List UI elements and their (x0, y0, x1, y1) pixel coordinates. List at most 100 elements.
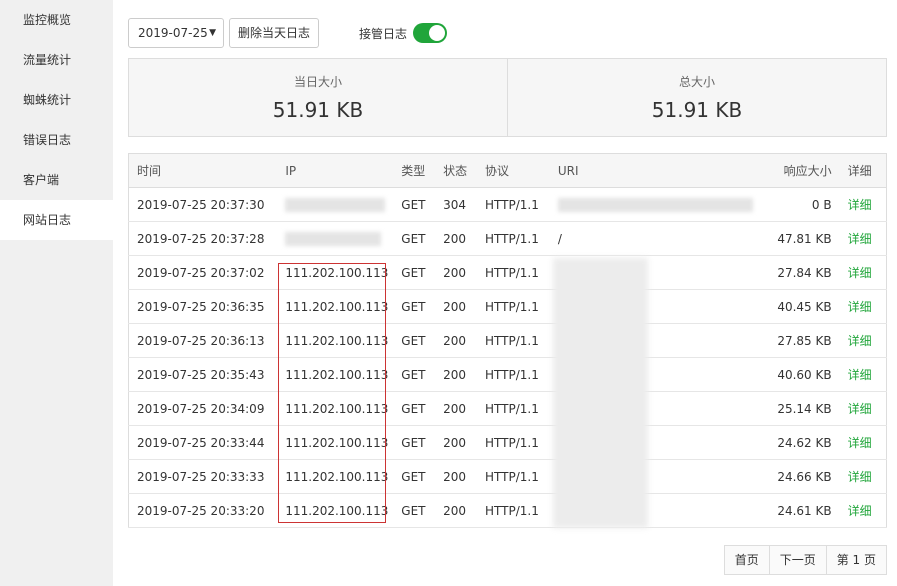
log-size-cell: 0 B (769, 187, 840, 222)
log-uri-cell (549, 459, 770, 494)
detail-link[interactable]: 详细 (848, 334, 872, 348)
log-uri-cell (549, 493, 770, 528)
delete-today-log-button[interactable]: 删除当天日志 (229, 18, 320, 48)
log-protocol-cell-text: HTTP/1.1 (485, 435, 539, 450)
sidebar-item-traffic-stats[interactable]: 流量统计 (0, 40, 113, 80)
log-protocol-cell: HTTP/1.1 (477, 323, 550, 358)
log-protocol-cell-text: HTTP/1.1 (485, 333, 539, 348)
log-status-cell: 200 (435, 493, 478, 528)
takeover-log-toggle[interactable] (413, 23, 448, 43)
log-time-cell: 2019-07-25 20:35:43 (128, 357, 278, 392)
detail-link[interactable]: 详细 (848, 300, 872, 314)
log-uri-cell (549, 289, 770, 324)
log-status-cell-text: 200 (443, 333, 467, 348)
log-size-cell: 25.14 KB (769, 391, 840, 426)
column-header-time: 时间 (128, 153, 278, 188)
log-type-cell: GET (393, 391, 436, 426)
log-detail-cell: 详细 (839, 391, 887, 426)
log-uri-cell (549, 425, 770, 460)
log-size-cell-text: 27.84 KB (777, 265, 832, 280)
log-uri-cell (549, 187, 770, 222)
log-status-cell: 304 (435, 187, 478, 222)
log-protocol-cell: HTTP/1.1 (477, 391, 550, 426)
detail-link[interactable]: 详细 (848, 232, 872, 246)
log-type-cell-text: GET (401, 333, 426, 348)
log-type-cell: GET (393, 357, 436, 392)
log-status-cell: 200 (435, 391, 478, 426)
detail-link[interactable]: 详细 (848, 198, 872, 212)
log-size-cell-text: 24.66 KB (777, 469, 832, 484)
log-type-cell: GET (393, 459, 436, 494)
detail-link[interactable]: 详细 (848, 368, 872, 382)
log-time-cell-text: 2019-07-25 20:34:09 (137, 401, 265, 416)
next-page-button[interactable]: 下一页 (768, 546, 826, 574)
log-status-cell-text: 200 (443, 503, 467, 518)
log-ip-cell: 111.202.100.113 (277, 289, 394, 324)
pagination: 首页 下一页 第 1 页 (723, 545, 887, 575)
redacted-uri-mask (557, 197, 753, 212)
detail-link[interactable]: 详细 (848, 402, 872, 416)
log-ip-cell-text: 111.202.100.113 (285, 435, 389, 450)
log-time-cell-text: 2019-07-25 20:33:20 (137, 503, 265, 518)
stats-panel: 当日大小 51.91 KB 总大小 51.91 KB (128, 58, 887, 137)
log-type-cell-text: GET (401, 435, 426, 450)
sidebar-item-spider-stats[interactable]: 蜘蛛统计 (0, 80, 113, 120)
log-time-cell-text: 2019-07-25 20:37:28 (137, 231, 265, 246)
redacted-ip-mask (285, 231, 382, 246)
column-header-uri: URI (549, 153, 770, 188)
log-size-cell: 40.45 KB (769, 289, 840, 324)
log-type-cell-text: GET (401, 401, 426, 416)
sidebar-item-monitor-overview[interactable]: 监控概览 (0, 0, 113, 40)
log-protocol-cell-text: HTTP/1.1 (485, 367, 539, 382)
stat-total-value: 51.91 KB (651, 98, 743, 122)
column-header-protocol: 协议 (477, 153, 550, 188)
log-size-cell-text: 27.85 KB (777, 333, 832, 348)
log-protocol-cell: HTTP/1.1 (477, 221, 550, 256)
detail-link[interactable]: 详细 (848, 266, 872, 280)
sidebar-item-client[interactable]: 客户端 (0, 160, 113, 200)
table-row: 2019-07-25 20:37:28 GET 200 HTTP/1.1 / 47.81 … (128, 221, 887, 256)
log-time-cell: 2019-07-25 20:37:28 (128, 221, 278, 256)
log-size-cell-text: 47.81 KB (777, 231, 832, 246)
first-page-button[interactable]: 首页 (724, 546, 769, 574)
toggle-knob (429, 25, 446, 41)
column-header-detail: 详细 (839, 153, 887, 188)
date-select[interactable]: 2019-07-25 ▼ (128, 18, 224, 48)
log-time-cell-text: 2019-07-25 20:36:13 (137, 333, 265, 348)
table-body: 2019-07-25 20:37:30 GET 304 HTTP/1.1 0 B 详细 20… (128, 187, 887, 528)
log-protocol-cell-text: HTTP/1.1 (485, 299, 539, 314)
log-protocol-cell: HTTP/1.1 (477, 255, 550, 290)
detail-link[interactable]: 详细 (848, 436, 872, 450)
detail-link[interactable]: 详细 (848, 470, 872, 484)
log-protocol-cell-text: HTTP/1.1 (485, 231, 539, 246)
log-size-cell: 27.84 KB (769, 255, 840, 290)
log-ip-cell: 111.202.100.113 (277, 425, 394, 460)
log-size-cell: 24.62 KB (769, 425, 840, 460)
log-protocol-cell-text: HTTP/1.1 (485, 401, 539, 416)
log-type-cell-text: GET (401, 367, 426, 382)
table-header-row: 时间 IP 类型 状态 协议 URI 响应大小 详细 (128, 153, 887, 188)
log-time-cell: 2019-07-25 20:36:35 (128, 289, 278, 324)
detail-link[interactable]: 详细 (848, 504, 872, 518)
sidebar-item-site-log[interactable]: 网站日志 (0, 200, 113, 240)
log-time-cell-text: 2019-07-25 20:35:43 (137, 367, 265, 382)
column-header-size: 响应大小 (769, 153, 840, 188)
current-page-indicator: 第 1 页 (825, 546, 886, 574)
log-ip-cell (277, 221, 394, 256)
log-status-cell: 200 (435, 221, 478, 256)
log-type-cell: GET (393, 187, 436, 222)
log-detail-cell: 详细 (839, 459, 887, 494)
log-size-cell: 40.60 KB (769, 357, 840, 392)
log-type-cell-text: GET (401, 299, 426, 314)
log-protocol-cell-text: HTTP/1.1 (485, 503, 539, 518)
log-protocol-cell: HTTP/1.1 (477, 425, 550, 460)
log-size-cell: 47.81 KB (769, 221, 840, 256)
log-ip-cell (277, 187, 394, 222)
table-row: 2019-07-25 20:34:09 111.202.100.113 GET 200… (128, 391, 887, 426)
log-uri-cell (549, 323, 770, 358)
log-size-cell: 24.66 KB (769, 459, 840, 494)
log-status-cell: 200 (435, 323, 478, 358)
table-row: 2019-07-25 20:33:44 111.202.100.113 GET 200… (128, 425, 887, 460)
sidebar-item-error-log[interactable]: 错误日志 (0, 120, 113, 160)
log-protocol-cell: HTTP/1.1 (477, 493, 550, 528)
